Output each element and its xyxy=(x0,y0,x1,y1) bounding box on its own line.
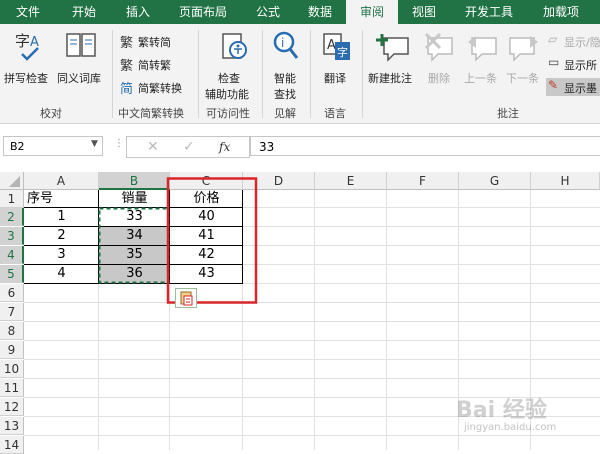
cell-a2[interactable]: 1 xyxy=(24,208,99,226)
cell-b2[interactable]: 33 xyxy=(99,208,170,226)
paste-options-button[interactable] xyxy=(175,288,197,308)
cell-a3[interactable]: 2 xyxy=(24,227,99,245)
watermark-url: jingyan.baidu.com xyxy=(464,422,557,433)
cell-a4[interactable]: 3 xyxy=(24,246,99,264)
clipboard-icon xyxy=(180,291,193,306)
watermark: Bai 经验 jingyan.baidu.com xyxy=(456,392,600,444)
cell-c5[interactable]: 43 xyxy=(170,265,243,283)
cell-b3[interactable]: 34 xyxy=(99,227,170,245)
cell-a1[interactable]: 序号 xyxy=(27,190,87,208)
cell-b4[interactable]: 35 xyxy=(99,246,170,264)
cell-b1[interactable]: 销量 xyxy=(99,190,170,208)
cell-c4[interactable]: 42 xyxy=(170,246,243,264)
cell-c3[interactable]: 41 xyxy=(170,227,243,245)
cell-c1[interactable]: 价格 xyxy=(170,190,243,208)
cell-c2[interactable]: 40 xyxy=(170,208,243,226)
cell-b5[interactable]: 36 xyxy=(99,265,170,283)
cell-a5[interactable]: 4 xyxy=(24,265,99,283)
watermark-logo: Bai 经验 xyxy=(456,398,547,423)
